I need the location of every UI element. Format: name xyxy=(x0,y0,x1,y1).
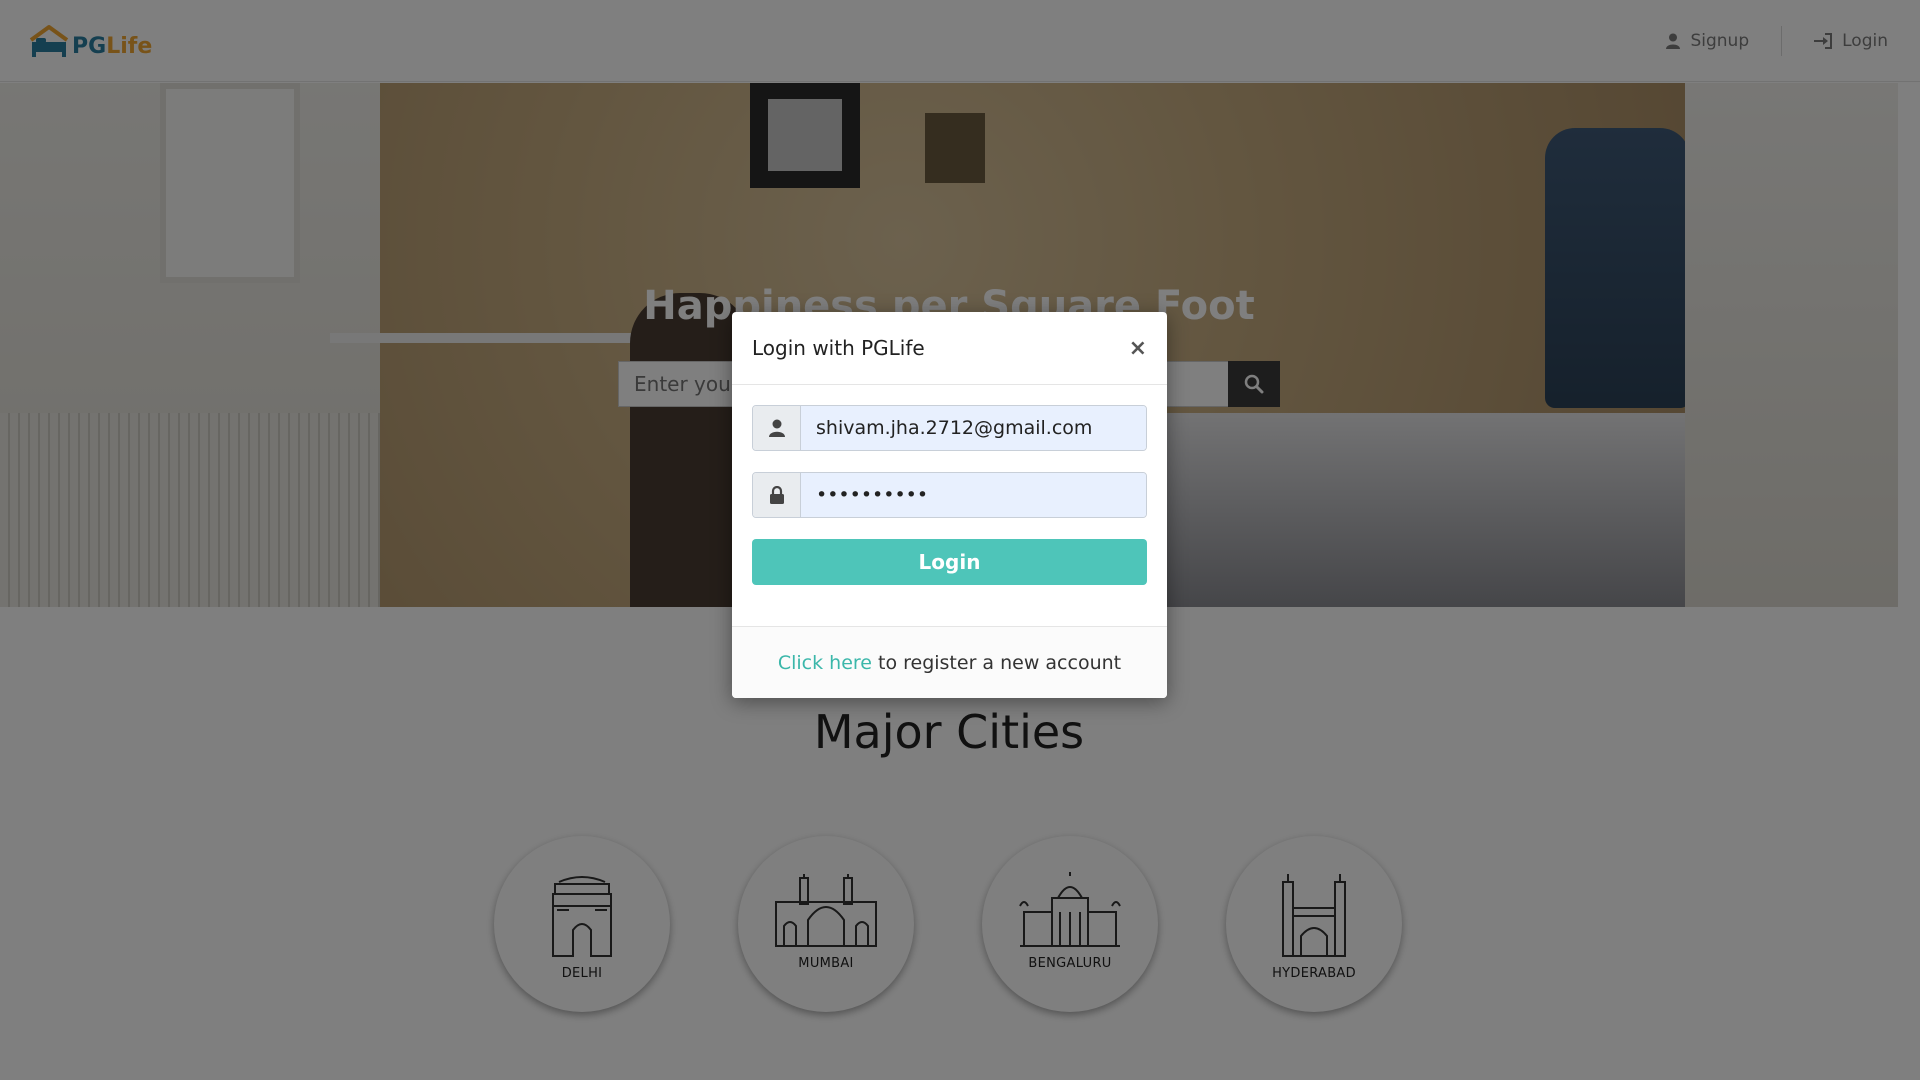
email-field-addon xyxy=(753,406,801,450)
user-icon xyxy=(768,419,785,437)
modal-header: Login with PGLife × xyxy=(732,312,1167,385)
password-field: •••••••••• xyxy=(752,472,1147,518)
password-field-addon xyxy=(753,473,801,517)
close-button[interactable]: × xyxy=(1129,336,1147,361)
email-field: shivam.jha.2712@gmail.com xyxy=(752,405,1147,451)
login-modal: Login with PGLife × shivam.jha.2712@gmai… xyxy=(732,312,1167,698)
email-input[interactable]: shivam.jha.2712@gmail.com xyxy=(801,406,1146,450)
password-input[interactable]: •••••••••• xyxy=(801,473,1146,517)
lock-icon xyxy=(769,486,784,504)
register-link[interactable]: Click here xyxy=(778,652,872,674)
login-button[interactable]: Login xyxy=(752,539,1147,585)
modal-body: shivam.jha.2712@gmail.com •••••••••• Log… xyxy=(732,385,1167,585)
register-text: to register a new account xyxy=(878,651,1122,674)
modal-title: Login with PGLife xyxy=(752,336,925,360)
modal-footer: Click here to register a new account xyxy=(732,626,1167,698)
